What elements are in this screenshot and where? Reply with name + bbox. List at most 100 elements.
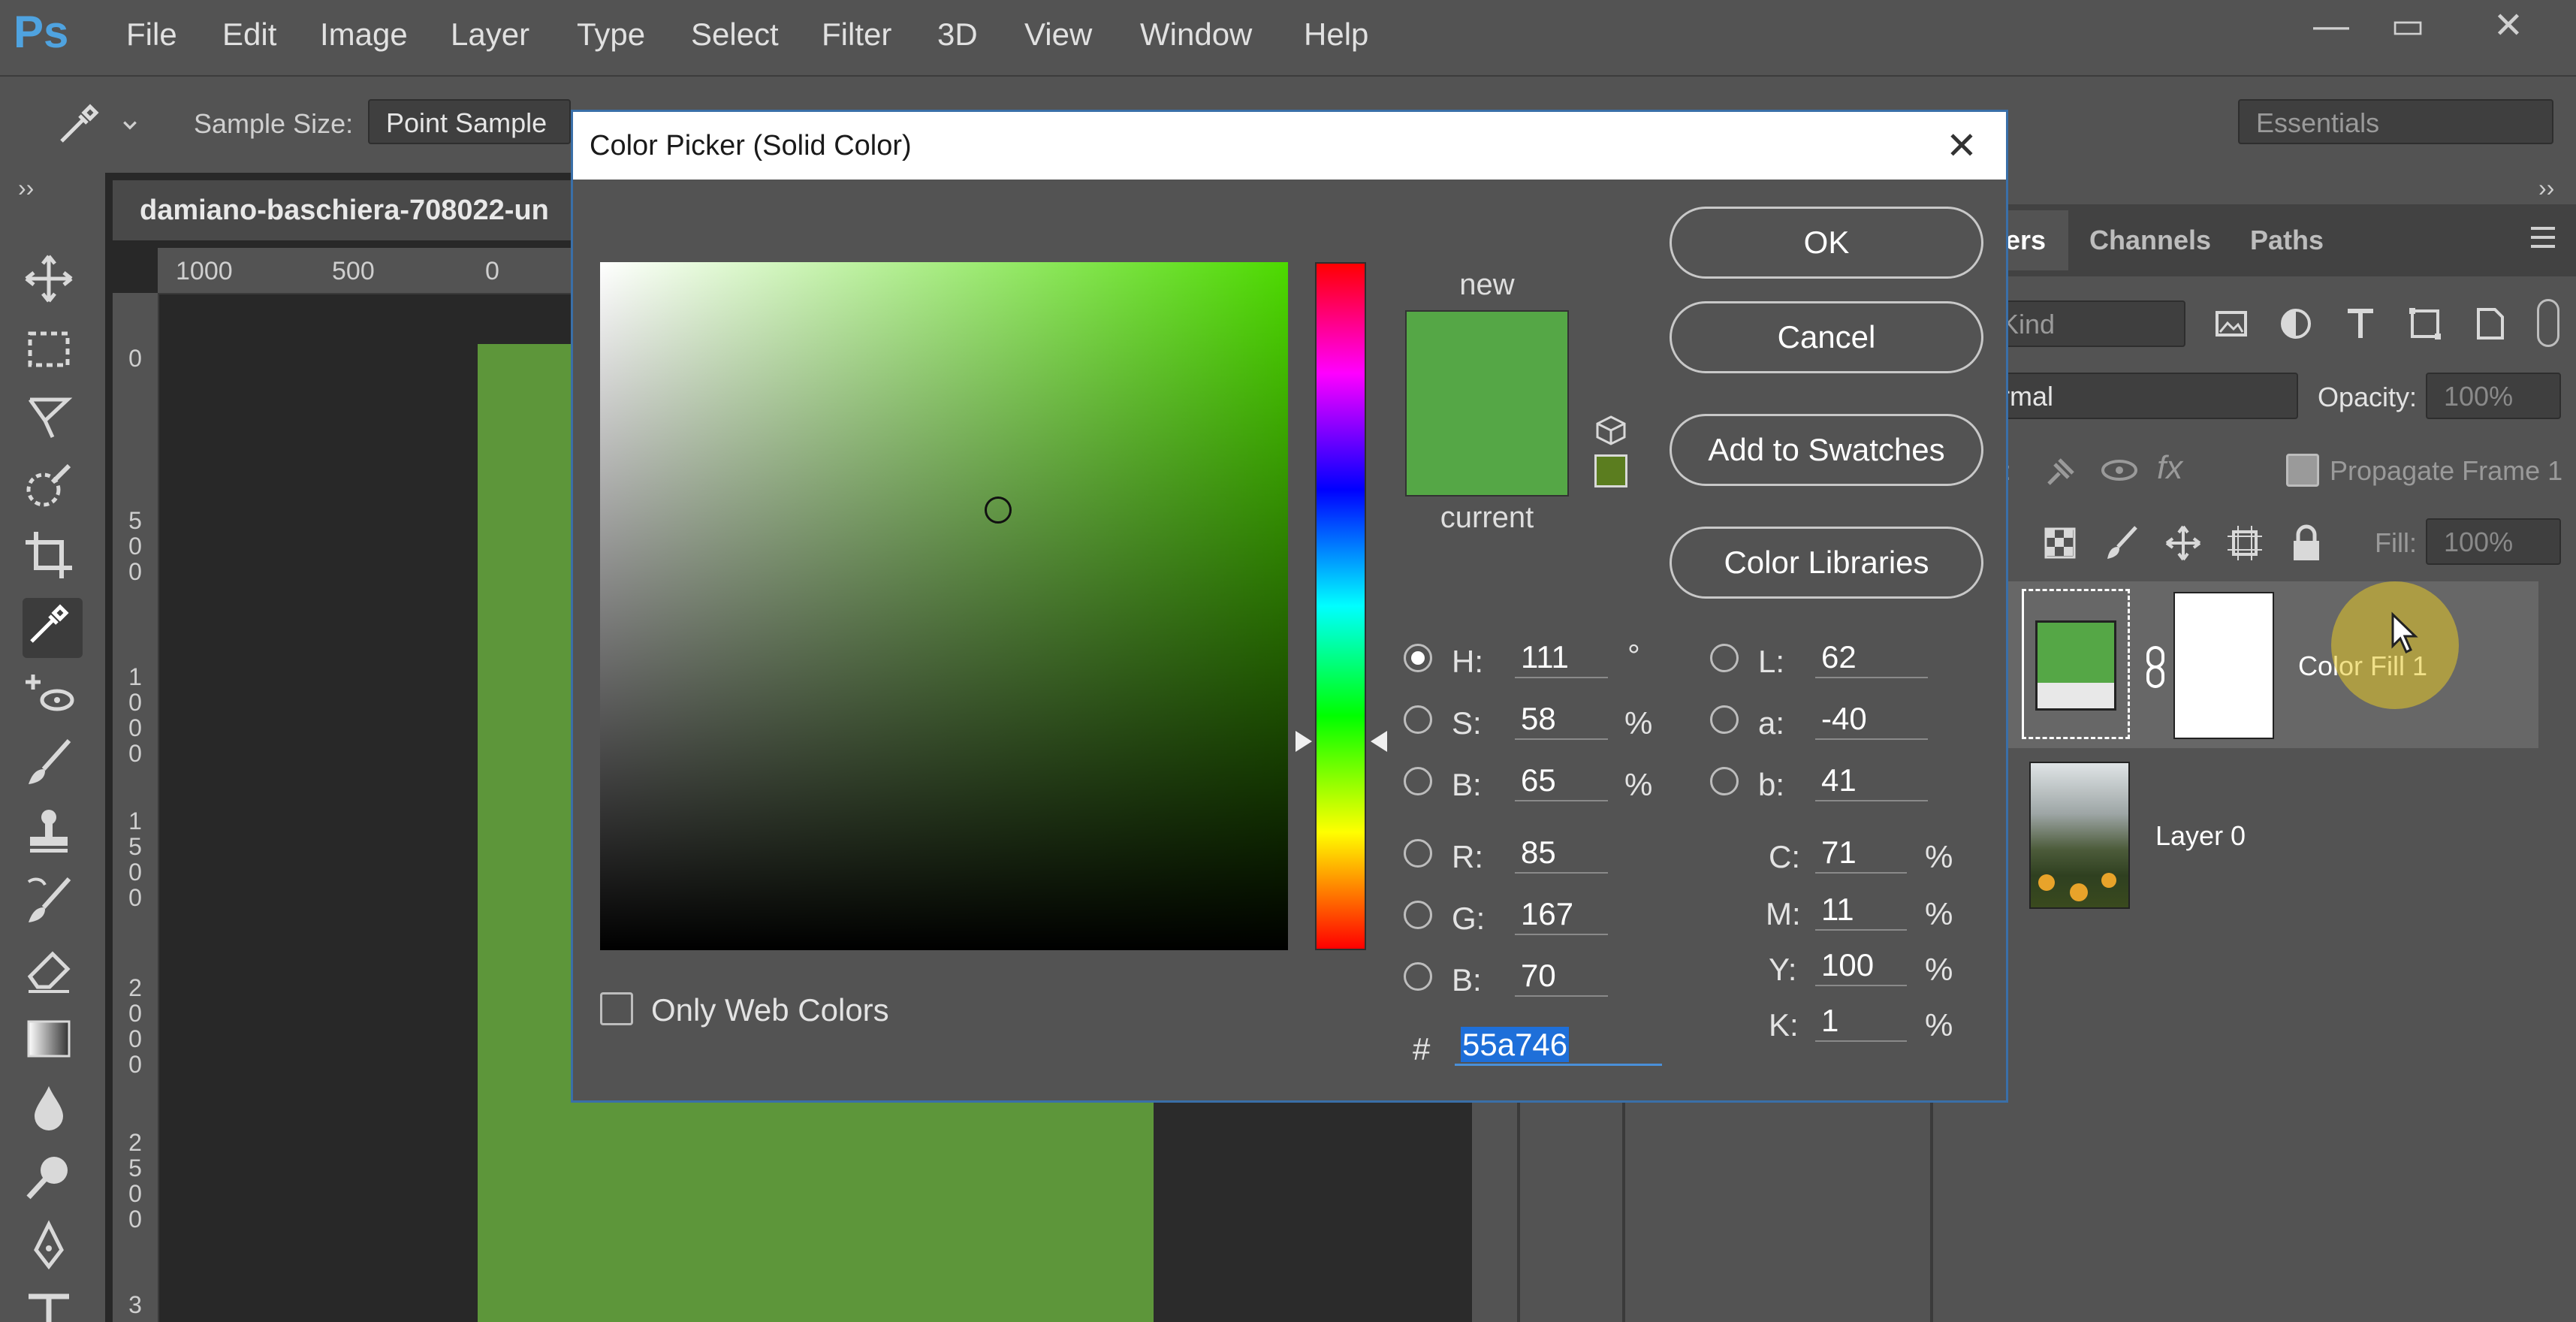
lightness-field[interactable]: 62 [1815,636,1928,678]
menu-edit[interactable]: Edit [222,17,276,53]
dialog-close-button[interactable]: ✕ [1935,119,1988,172]
menu-view[interactable]: View [1024,17,1092,53]
expand-panels-icon[interactable]: ›› [2538,174,2554,202]
menu-select[interactable]: Select [691,17,779,53]
black-field[interactable]: 1 [1815,1000,1907,1042]
menu-image[interactable]: Image [320,17,408,53]
blue-field[interactable]: 70 [1515,955,1608,997]
eyedropper-tool[interactable] [23,598,83,658]
hue-slider-left-arrow[interactable] [1296,731,1312,752]
saturation-field[interactable]: 58 [1515,698,1608,740]
color-field-marker[interactable] [985,497,1012,524]
smart-object-filter-icon[interactable] [2471,305,2508,343]
hue-slider[interactable] [1315,262,1366,950]
color-libraries-button[interactable]: Color Libraries [1670,527,1983,599]
move-tool[interactable] [23,252,83,312]
fx-icon[interactable]: fx [2157,449,2182,487]
type-filter-icon[interactable] [2342,305,2379,343]
restore-button[interactable]: ▭ [2370,0,2445,53]
sample-size-select[interactable]: Point Sample [368,99,571,144]
hue-field[interactable]: 111 [1515,636,1608,678]
document-tab[interactable]: damiano-baschiera-708022-un [113,180,593,240]
pen-tool[interactable] [23,1220,83,1280]
brightness-radio[interactable] [1404,767,1432,795]
eraser-tool[interactable] [23,943,83,1004]
pin-icon[interactable] [2040,451,2082,493]
blur-tool[interactable] [23,1082,83,1142]
workspace-select[interactable]: Essentials [2238,99,2553,144]
green-radio[interactable] [1404,901,1432,929]
cancel-button[interactable]: Cancel [1670,301,1983,373]
cyan-field[interactable]: 71 [1815,832,1907,874]
a-channel-radio[interactable] [1710,705,1739,734]
quick-selection-tool[interactable] [23,460,83,520]
b-channel-radio[interactable] [1710,767,1739,795]
layer-row-layer-0[interactable]: Layer 0 [1983,751,2538,918]
crop-tool[interactable] [23,529,83,589]
blend-mode-select[interactable]: rmal [1983,373,2298,419]
menu-layer[interactable]: Layer [451,17,529,53]
red-field[interactable]: 85 [1515,832,1608,874]
layer-mask-thumbnail[interactable] [2173,592,2274,739]
add-to-swatches-button[interactable]: Add to Swatches [1670,414,1983,486]
web-safe-swatch[interactable] [1594,454,1627,487]
minimize-button[interactable]: — [2294,0,2369,53]
filter-toggle[interactable] [2537,299,2559,347]
filter-kind-select[interactable]: Kind [1983,300,2185,347]
adjustment-filter-icon[interactable] [2277,305,2315,343]
opacity-field[interactable]: 100% [2426,373,2561,419]
collapse-toolbar-icon[interactable]: ›› [18,174,34,202]
stamp-tool[interactable] [23,805,83,865]
out-of-gamut-cube-icon[interactable] [1594,414,1627,447]
gradient-tool[interactable] [23,1013,83,1073]
color-field[interactable] [600,262,1288,950]
lightness-radio[interactable] [1710,644,1739,672]
panel-menu-icon[interactable] [2528,224,2558,251]
saturation-radio[interactable] [1404,705,1432,734]
propagate-checkbox[interactable] [2286,454,2319,487]
menu-3d[interactable]: 3D [937,17,978,53]
spot-healing-tool[interactable] [23,667,83,727]
tab-paths[interactable]: Paths [2228,210,2346,270]
hue-radio[interactable] [1404,644,1432,672]
a-channel-field[interactable]: -40 [1815,698,1928,740]
marquee-tool[interactable] [23,323,83,383]
blue-radio[interactable] [1404,962,1432,991]
image-filter-icon[interactable] [2213,305,2250,343]
magenta-field[interactable]: 11 [1815,889,1907,931]
hex-value[interactable]: 55a746 [1461,1027,1570,1062]
close-window-button[interactable]: ✕ [2471,0,2546,53]
menu-help[interactable]: Help [1304,17,1368,53]
fill-field[interactable]: 100% [2426,518,2561,565]
yellow-field[interactable]: 100 [1815,944,1907,986]
b-channel-field[interactable]: 41 [1815,759,1928,801]
eyedropper-preset[interactable] [53,98,137,150]
history-brush-tool[interactable] [23,874,83,934]
menu-window[interactable]: Window [1140,17,1252,53]
shape-filter-icon[interactable] [2406,305,2444,343]
ok-button[interactable]: OK [1670,207,1983,279]
eye-link-icon[interactable] [2098,451,2140,493]
brush-tool[interactable] [23,736,83,796]
hex-field[interactable]: 55a746 [1455,1024,1662,1066]
brightness-field[interactable]: 65 [1515,759,1608,801]
lock-pixels-icon[interactable] [2103,524,2140,562]
tab-channels[interactable]: Channels [2067,210,2234,270]
layer-name[interactable]: Layer 0 [2155,820,2246,852]
lasso-tool[interactable] [23,391,83,451]
menu-file[interactable]: File [126,17,177,53]
only-web-colors-checkbox[interactable] [600,992,633,1025]
hue-slider-right-arrow[interactable] [1371,731,1387,752]
menu-filter[interactable]: Filter [822,17,891,53]
lock-all-icon[interactable] [2288,523,2325,563]
lock-transparent-icon[interactable] [2041,524,2079,562]
layer-row-color-fill[interactable]: Color Fill 1 [1983,581,2538,748]
lock-artboard-icon[interactable] [2226,524,2264,562]
link-icon[interactable] [2143,644,2167,690]
green-field[interactable]: 167 [1515,893,1608,935]
menu-type[interactable]: Type [577,17,645,53]
lock-position-icon[interactable] [2164,524,2202,562]
type-tool[interactable] [23,1289,83,1322]
dodge-tool[interactable] [23,1151,83,1211]
red-radio[interactable] [1404,839,1432,868]
